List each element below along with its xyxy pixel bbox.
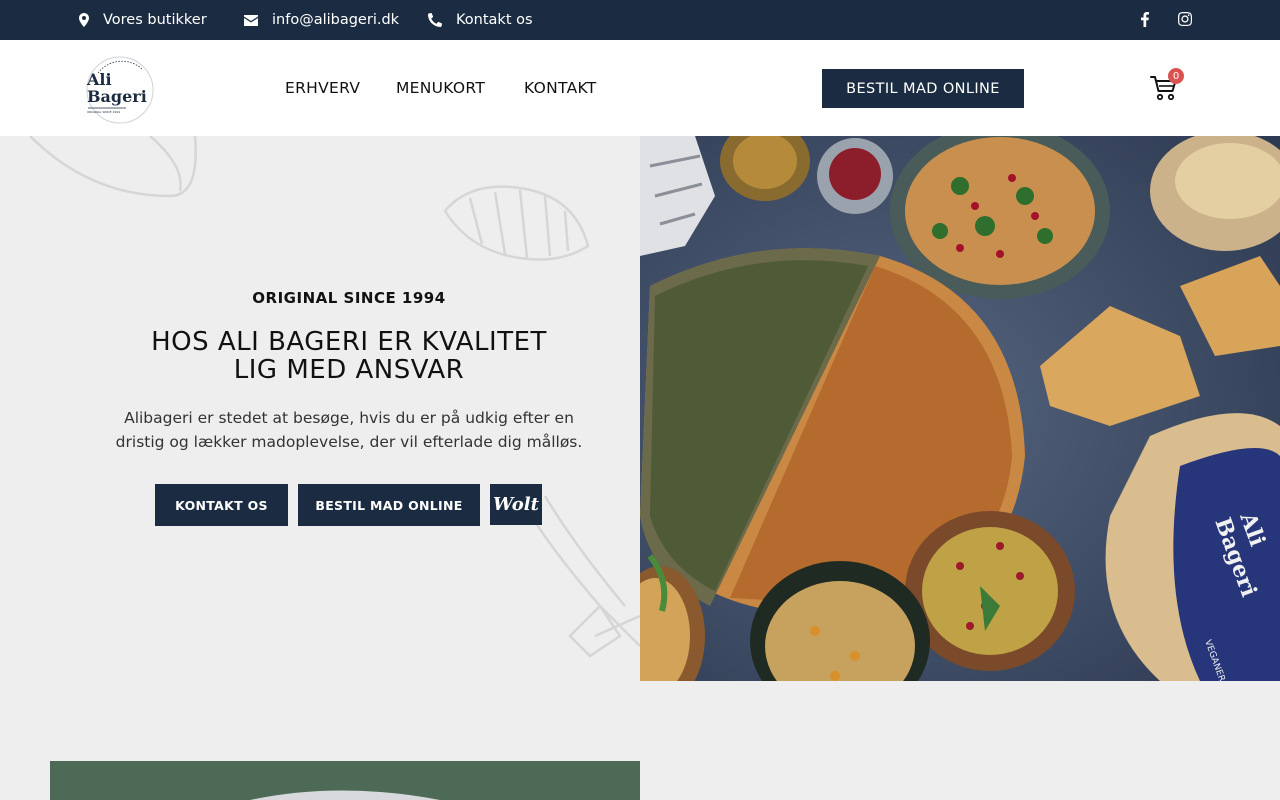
facebook-icon[interactable] [1134,8,1156,30]
order-online-button[interactable]: BESTIL MAD ONLINE [822,69,1024,108]
nav-erhverv[interactable]: ERHVERV [285,40,360,136]
ali-bageri-logo[interactable]: Ali Bageri ORIGINAL SINCE 1994 [84,55,156,125]
second-section-image [50,761,640,800]
food-photo: Ali Bageri VEGANER [640,136,1280,681]
contact-us-button[interactable]: KONTAKT OS [155,484,288,526]
hero-eyebrow: ORIGINAL SINCE 1994 [252,289,446,307]
logo-line-2: Bageri [87,87,147,106]
hero-order-online-button[interactable]: BESTIL MAD ONLINE [298,484,480,526]
hero-title-line-2: LIG MED ANSVAR [233,355,465,385]
hero-description: Alibageri er stedet at besøge, hvis du e… [115,409,583,451]
contact-link[interactable]: Kontakt os [428,0,533,40]
email-link[interactable]: info@alibageri.dk [244,0,399,40]
stores-label: Vores butikker [103,12,207,28]
hero-title: HOS ALI BAGERI ER KVALITET LIG MED ANSVA… [0,328,640,384]
hero-food-image: Ali Bageri VEGANER [640,136,1280,681]
nav-menukort[interactable]: MENUKORT [396,40,485,136]
site-header: Ali Bageri ORIGINAL SINCE 1994 ERHVERV M… [0,40,1280,136]
hero-title-line-1: HOS ALI BAGERI ER KVALITET [151,327,547,357]
hero-text-section: ORIGINAL SINCE 1994 HOS ALI BAGERI ER KV… [0,136,640,681]
logo-since: ORIGINAL SINCE 1994 [87,110,120,114]
nav-kontakt[interactable]: KONTAKT [524,40,597,136]
map-marker-icon [79,13,89,27]
wolt-button[interactable]: Wolt [490,484,542,525]
envelope-icon [244,14,258,26]
top-bar: Vores butikker info@alibageri.dk Kontakt… [0,0,1280,40]
phone-icon [428,13,442,27]
second-section-photo [50,761,640,800]
email-label: info@alibageri.dk [272,12,400,28]
cart-count-badge: 0 [1168,68,1184,84]
instagram-icon[interactable] [1174,8,1196,30]
contact-label: Kontakt os [456,12,533,28]
stores-link[interactable]: Vores butikker [79,0,207,40]
